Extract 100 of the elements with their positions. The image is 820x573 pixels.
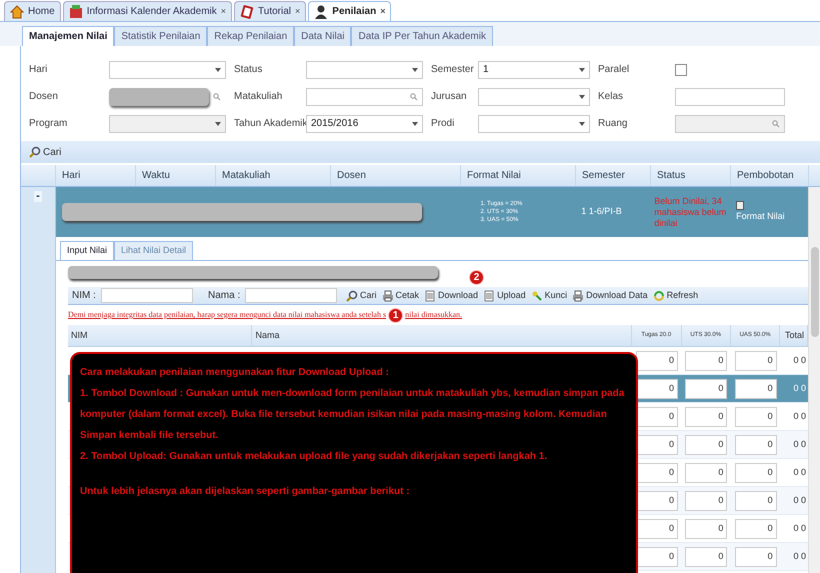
window-tab[interactable]: Penilaian × (308, 1, 392, 21)
score-input[interactable]: 0 (685, 462, 728, 482)
name-field[interactable] (245, 288, 337, 303)
field-label: Paralel (597, 63, 630, 77)
search-button[interactable]: Cari (29, 144, 62, 160)
expander-toggle[interactable]: - (34, 191, 42, 202)
column-header[interactable]: NIM (68, 325, 252, 346)
score-input[interactable]: 0 (636, 434, 678, 454)
score-input[interactable]: 0 (734, 490, 777, 510)
total-cell-text: 0 0 (792, 494, 807, 507)
calendar-icon (68, 4, 83, 18)
total-cell-text: 0 0 (792, 382, 807, 395)
score-input[interactable]: 0 (636, 518, 678, 538)
dropdown-field[interactable] (478, 114, 590, 132)
total-cell-text: 0 0 (792, 438, 807, 451)
caret-icon (579, 122, 585, 126)
score-input[interactable]: 0 (734, 350, 777, 370)
field-label: Ruang (597, 117, 628, 131)
field-label: Jurusan (430, 90, 468, 104)
toolbar-button[interactable]: Download Data (572, 288, 648, 302)
score-input[interactable]: 0 (685, 518, 728, 538)
tab[interactable]: Statistik Penilaian (114, 26, 208, 46)
toolbar-button[interactable]: Kunci (530, 288, 568, 302)
tab[interactable]: Manajemen Nilai (22, 26, 114, 46)
instruction-text: Cara melakukan penilaian menggunakan fitur Download Upload : (80, 366, 390, 380)
caret-icon (412, 122, 418, 126)
semester-cell-text: 1 1-6/PI-B (581, 205, 622, 218)
document-icon (736, 200, 744, 210)
column-header[interactable]: Pembobotan (731, 165, 809, 186)
field-label: Tahun Akademik (233, 117, 306, 131)
instruction-text: Untuk lebih jelasnya akan dijelaskan seperti gambar-gambar berikut : (80, 485, 411, 499)
warning-text: nilai dimasukkan. (405, 309, 462, 321)
score-input[interactable]: 0 (685, 350, 728, 370)
dropdown-field[interactable] (478, 88, 590, 106)
instruction-text: 2. Tombol Upload: Gunakan untuk melakukan upload file yang sudah dikerjakan seperti langkah 1. (80, 450, 548, 464)
tab[interactable]: Data IP Per Tahun Akademik (351, 26, 493, 46)
score-input[interactable]: 0 (636, 406, 678, 426)
toolbar-button[interactable]: Download (424, 288, 478, 302)
dropdown-field[interactable] (306, 60, 423, 78)
score-input[interactable]: 0 (636, 546, 678, 566)
search-field[interactable] (306, 88, 423, 106)
window-tab[interactable]: Home (4, 1, 61, 21)
score-input[interactable]: 0 (734, 462, 777, 482)
dropdown-field[interactable]: 2015/2016 (306, 114, 423, 132)
score-input[interactable]: 0 (685, 546, 728, 566)
search-icon (346, 290, 358, 302)
toolbar-button[interactable]: Cari (346, 288, 377, 302)
caret-icon (215, 68, 221, 72)
scrollbar[interactable] (808, 187, 820, 573)
search-icon (29, 146, 41, 158)
score-input[interactable]: 0 (734, 546, 777, 566)
column-header[interactable]: Format Nilai (461, 165, 576, 186)
score-input[interactable]: 0 (734, 378, 777, 398)
tab-label: Informasi Kalender Akademik (86, 5, 217, 19)
checkbox[interactable] (675, 64, 687, 76)
score-input[interactable]: 0 (685, 490, 728, 510)
score-input[interactable]: 0 (734, 518, 777, 538)
toolbar-button[interactable]: Refresh (652, 288, 698, 302)
total-cell-text: 0 0 (792, 522, 807, 535)
score-input[interactable]: 0 (734, 434, 777, 454)
column-header[interactable]: Nama (252, 325, 632, 346)
score-input[interactable]: 0 (734, 406, 777, 426)
printer-icon (382, 290, 394, 302)
total-cell-text: 0 0 (792, 550, 807, 563)
document-icon (424, 290, 436, 302)
score-input[interactable]: 0 (636, 490, 678, 510)
nim-field[interactable] (101, 288, 193, 303)
toolbar-button[interactable]: Cetak (382, 288, 420, 302)
column-header[interactable]: Dosen (331, 165, 461, 186)
total-cell-text: 0 0 (792, 354, 807, 367)
close-icon[interactable]: × (380, 4, 386, 18)
search-icon (213, 92, 221, 100)
field-label: Program (29, 117, 68, 131)
tab[interactable]: Input Nilai (60, 241, 114, 260)
score-input[interactable]: 0 (685, 406, 728, 426)
score-input[interactable]: 0 (636, 350, 678, 370)
dropdown-field[interactable] (109, 60, 226, 78)
score-input[interactable]: 0 (685, 434, 728, 454)
column-header[interactable]: Matakuliah (216, 165, 331, 186)
toolbar-button[interactable]: Upload (483, 288, 526, 302)
dropdown-field[interactable]: 1 (478, 60, 590, 78)
field-label: Prodi (430, 117, 456, 131)
text-field[interactable] (675, 88, 785, 106)
field-label: Nama : (208, 289, 242, 303)
close-icon[interactable]: × (220, 4, 226, 18)
score-input[interactable]: 0 (636, 378, 678, 398)
total-cell-text: 0 0 (792, 410, 807, 423)
close-icon[interactable]: × (295, 4, 300, 18)
score-input[interactable]: 0 (685, 378, 728, 398)
column-header[interactable]: Waktu (136, 165, 216, 186)
column-header[interactable]: Hari (56, 165, 136, 186)
search-icon (410, 92, 418, 100)
column-header[interactable]: Status (651, 165, 731, 186)
window-tab[interactable]: Informasi Kalender Akademik × (62, 1, 232, 21)
column-header[interactable]: Semester (576, 165, 651, 186)
score-input[interactable]: 0 (636, 462, 678, 482)
refresh-icon (652, 290, 665, 302)
tab[interactable]: Rekap Penilaian (207, 26, 294, 46)
window-tab[interactable]: Tutorial × (234, 1, 306, 21)
tab[interactable]: Data Nilai (294, 26, 352, 46)
